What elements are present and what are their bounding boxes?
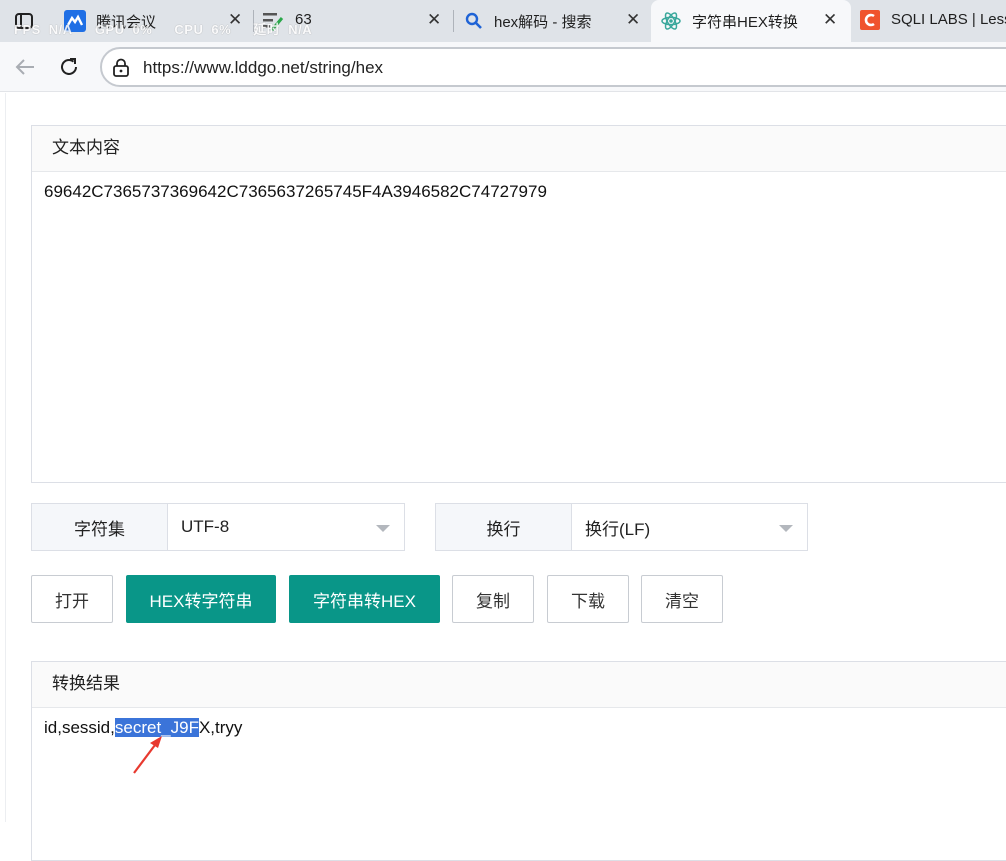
caret-down-icon — [376, 525, 390, 532]
input-panel-title: 文本内容 — [32, 126, 1006, 172]
url-text: https://www.lddgo.net/string/hex — [143, 58, 384, 77]
download-button[interactable]: 下载 — [547, 575, 629, 623]
input-textarea[interactable]: 69642C7365737369642C7365637265745F4A3946… — [32, 172, 1006, 482]
c-logo-icon — [860, 10, 880, 35]
cpu-label: CPU — [174, 22, 204, 37]
output-textarea[interactable]: id,sessid,secret_J9FX,tryy — [32, 708, 1006, 858]
close-icon[interactable]: ✕ — [626, 10, 640, 30]
tab-title: 字符串HEX转换 — [692, 14, 798, 31]
atom-icon — [660, 10, 682, 37]
browser-toolbar: https://www.lddgo.net/string/hex — [0, 42, 1006, 92]
reload-button[interactable] — [54, 52, 84, 82]
fps-value: N/A — [48, 22, 73, 37]
tab-hex-search[interactable]: hex解码 - 搜索 ✕ — [454, 0, 650, 42]
newline-label: 换行 — [436, 504, 572, 550]
output-panel: 转换结果 id,sessid,secret_J9FX,tryy — [31, 661, 1006, 861]
tab-title: SQLI LABS | Less- — [891, 11, 1006, 28]
address-bar[interactable]: https://www.lddgo.net/string/hex — [100, 47, 1006, 87]
copy-button[interactable]: 复制 — [452, 575, 534, 623]
tab-string-hex[interactable]: 字符串HEX转换 ✕ — [651, 0, 851, 42]
latency-value: N/A — [288, 22, 313, 37]
reload-icon — [61, 58, 77, 75]
tab-title: hex解码 - 搜索 — [494, 14, 592, 31]
string-to-hex-button[interactable]: 字符串转HEX — [289, 575, 440, 623]
tab-strip: 腾讯会议 ✕ 63 ✕ hex解码 - 搜索 ✕ 字符串HEX转换 ✕ SQLI… — [0, 0, 1006, 42]
clear-button[interactable]: 清空 — [641, 575, 723, 623]
lock-icon[interactable] — [112, 58, 130, 83]
output-panel-title: 转换结果 — [32, 662, 1006, 708]
hex-to-string-button[interactable]: HEX转字符串 — [126, 575, 276, 623]
charset-select-group: 字符集 UTF-8 — [31, 503, 405, 551]
caret-down-icon — [779, 525, 793, 532]
close-icon[interactable]: ✕ — [823, 10, 837, 30]
search-icon — [465, 12, 483, 35]
gpu-label: GPU — [94, 22, 125, 37]
fps-label: FPS — [14, 22, 41, 37]
back-button[interactable] — [10, 52, 40, 82]
charset-value: UTF-8 — [181, 517, 230, 536]
open-button[interactable]: 打开 — [31, 575, 113, 623]
input-text: 69642C7365737369642C7365637265745F4A3946… — [44, 182, 547, 201]
close-icon[interactable]: ✕ — [427, 10, 441, 30]
annotation-arrow-icon — [133, 736, 162, 774]
page-content: 文本内容 69642C7365737369642C7365637265745F4… — [5, 93, 1006, 861]
newline-value: 换行(LF) — [585, 519, 651, 539]
arrow-left-icon — [15, 59, 34, 75]
latency-label: 延时 — [253, 22, 281, 37]
charset-select[interactable]: UTF-8 — [168, 504, 404, 550]
output-text-before: id,sessid, — [44, 718, 115, 737]
gpu-value: 0% — [132, 22, 153, 37]
input-panel: 文本内容 69642C7365737369642C7365637265745F4… — [31, 125, 1006, 483]
tab-sqli-labs[interactable]: SQLI LABS | Less- — [852, 0, 1006, 42]
charset-label: 字符集 — [32, 504, 168, 550]
output-text-after: X,tryy — [198, 718, 243, 737]
cpu-value: 6% — [211, 22, 232, 37]
newline-select[interactable]: 换行(LF) — [572, 504, 807, 550]
newline-select-group: 换行 换行(LF) — [435, 503, 808, 551]
performance-overlay: FPS N/A GPU 0% CPU 6% 延时 N/A — [14, 19, 320, 38]
